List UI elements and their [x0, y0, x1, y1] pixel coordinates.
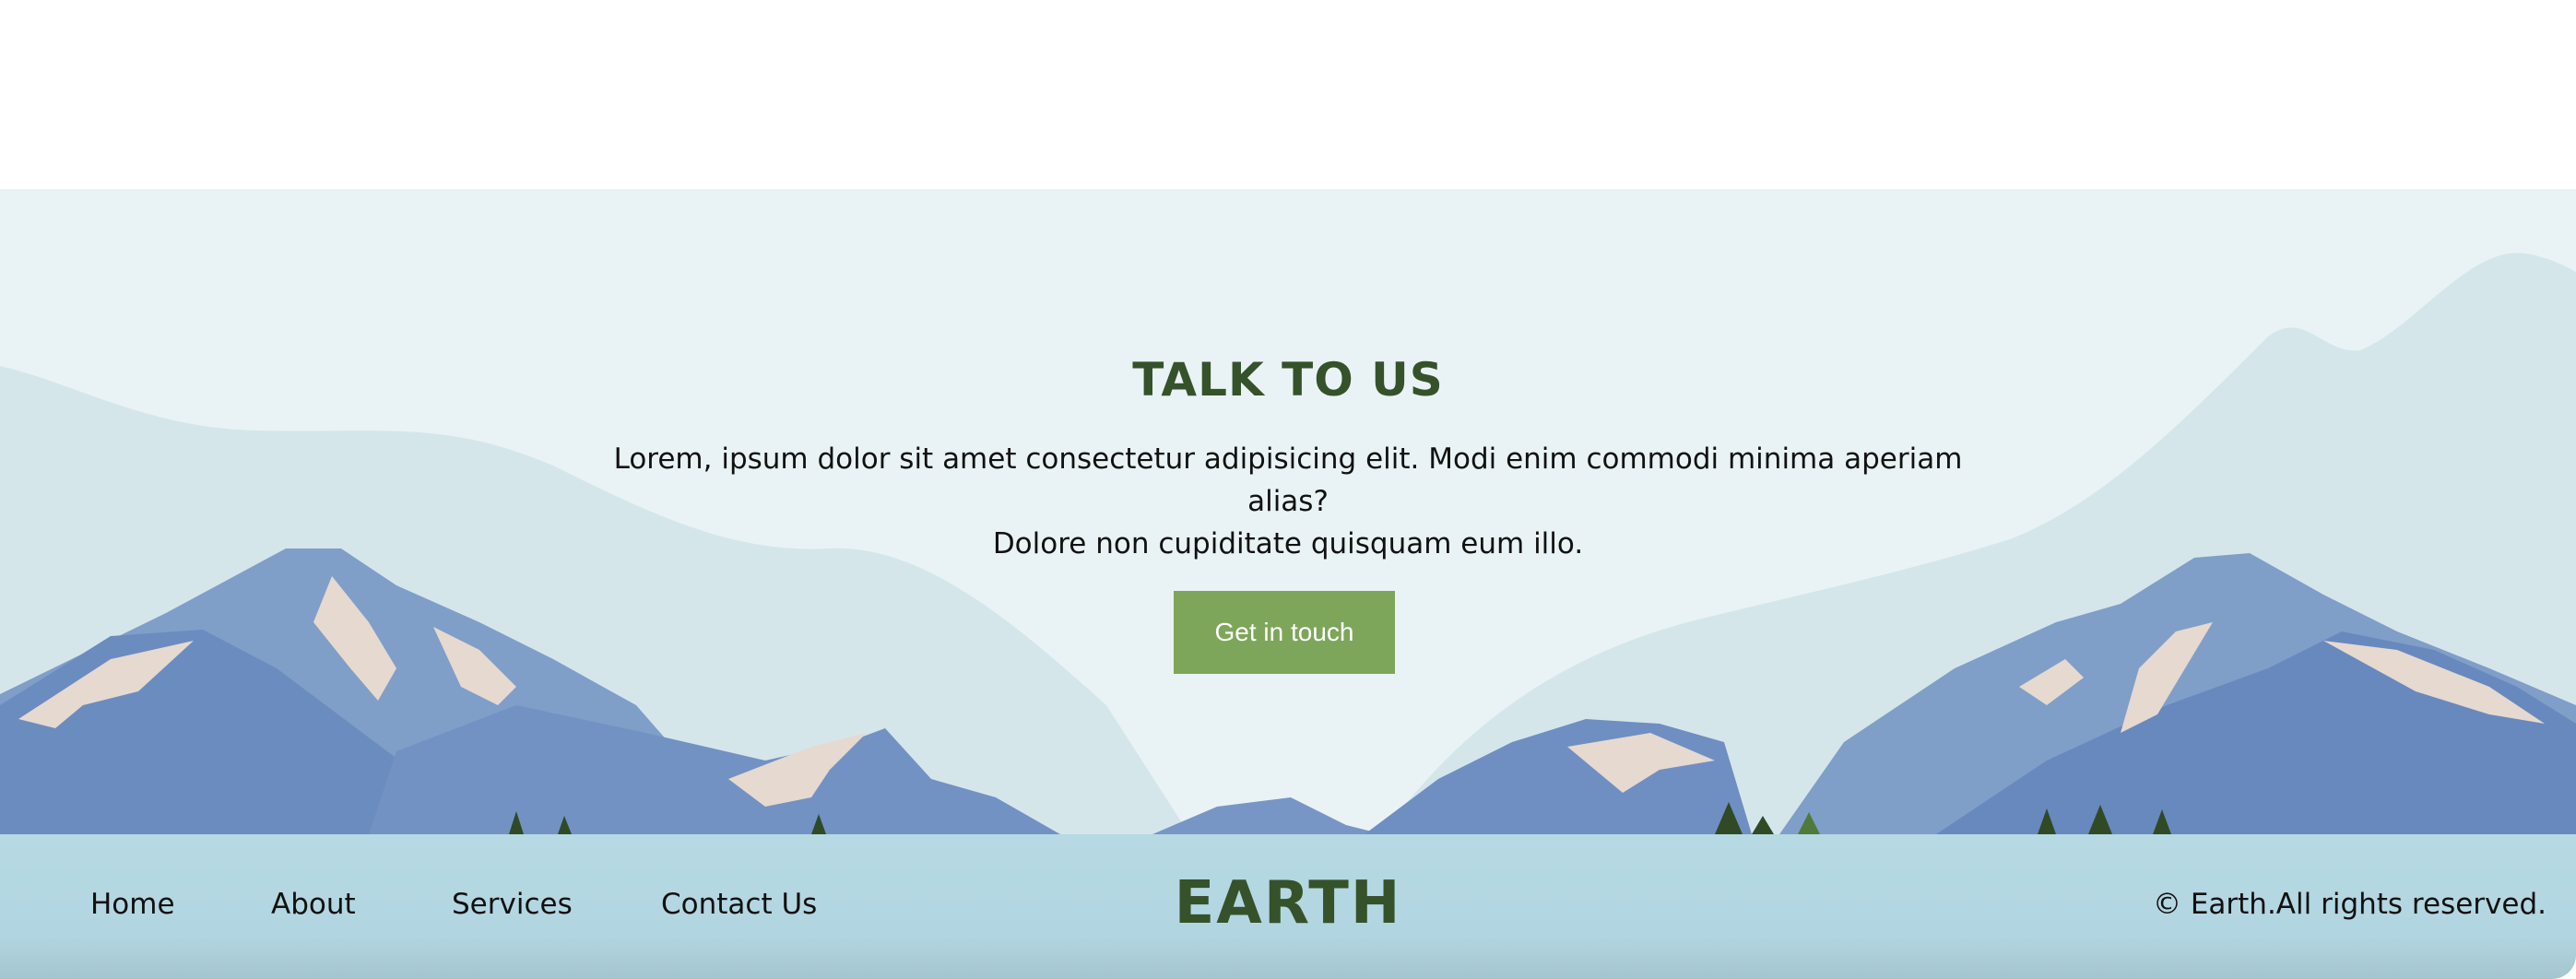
footer-link-contact-us[interactable]: Contact Us	[661, 888, 817, 921]
description-line-2: Dolore non cupiditate quisquam eum illo.	[992, 527, 1584, 560]
section-title: TALK TO US	[1132, 353, 1444, 407]
description-line-1: Lorem, ipsum dolor sit amet consectetur …	[613, 442, 1963, 518]
footer-link-home[interactable]: Home	[90, 888, 175, 921]
mountain-center	[1152, 797, 1383, 834]
site-footer: Home About Services Contact Us EARTH © E…	[0, 834, 2576, 979]
get-in-touch-button[interactable]: Get in touch	[1174, 591, 1395, 674]
footer-link-services[interactable]: Services	[452, 888, 573, 921]
section-description: Lorem, ipsum dolor sit amet consectetur …	[597, 438, 1979, 565]
mountain-center-right	[1365, 719, 1752, 834]
contact-hero-section: TALK TO US Lorem, ipsum dolor sit amet c…	[0, 189, 2576, 834]
page: TALK TO US Lorem, ipsum dolor sit amet c…	[0, 0, 2576, 979]
copyright-text: © Earth.All rights reserved.	[2152, 888, 2546, 921]
footer-link-about[interactable]: About	[271, 888, 356, 921]
